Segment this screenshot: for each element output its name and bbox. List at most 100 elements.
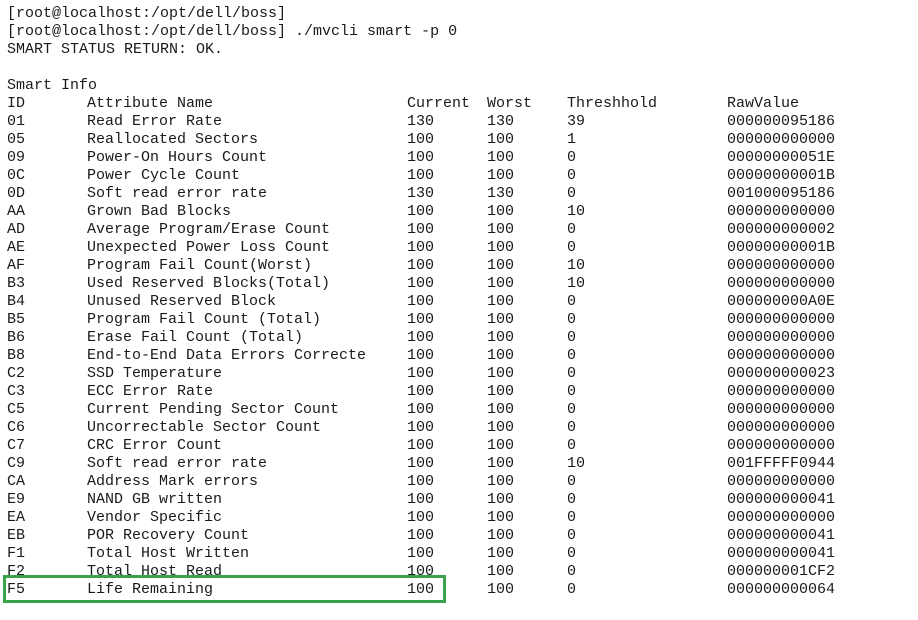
cell-current: 100	[407, 131, 435, 148]
cell-worst: 100	[487, 527, 515, 544]
cell-current: 130	[407, 185, 435, 202]
cell-id: EB	[7, 527, 26, 544]
cell-name: Program Fail Count(Worst)	[87, 257, 313, 274]
table-row: 0C Power Cycle Count 100 100 0 00000000001B	[7, 167, 907, 185]
highlight-box	[3, 575, 446, 603]
cell-id: EA	[7, 509, 26, 526]
cell-id: 01	[7, 113, 26, 130]
cell-threshold: 0	[567, 491, 577, 508]
cell-raw: 001000095186	[727, 185, 836, 202]
cell-threshold: 10	[567, 275, 586, 292]
cell-worst: 100	[487, 545, 515, 562]
cell-name: SSD Temperature	[87, 365, 223, 382]
cell-raw: 000000000000	[727, 311, 836, 328]
table-row: C3 ECC Error Rate 100 100 0 000000000000	[7, 383, 907, 401]
cell-threshold: 0	[567, 311, 577, 328]
cell-worst: 100	[487, 491, 515, 508]
header-current: Current	[407, 95, 471, 112]
header-name: Attribute Name	[87, 95, 214, 112]
table-row: CA Address Mark errors 100 100 0 000000000000	[7, 473, 907, 491]
cell-id: B4	[7, 293, 26, 310]
cell-raw: 000000000000	[727, 275, 836, 292]
table-row: AE Unexpected Power Loss Count 100 100 0 0000…	[7, 239, 907, 257]
cell-current: 100	[407, 275, 435, 292]
cell-worst: 100	[487, 275, 515, 292]
cell-raw: 000000000000	[727, 257, 836, 274]
table-row: B8 End-to-End Data Errors Correcte 100 100 0…	[7, 347, 907, 365]
cell-worst: 100	[487, 239, 515, 256]
cell-name: ECC Error Rate	[87, 383, 214, 400]
cell-worst: 100	[487, 473, 515, 490]
cell-threshold: 0	[567, 293, 577, 310]
terminal-window[interactable]: [root@localhost:/opt/dell/boss] [root@lo…	[0, 0, 918, 620]
cell-threshold: 0	[567, 563, 577, 580]
cell-worst: 100	[487, 131, 515, 148]
cell-worst: 130	[487, 113, 515, 130]
cell-name: NAND GB written	[87, 491, 223, 508]
cell-id: B5	[7, 311, 26, 328]
table-row: C7 CRC Error Count 100 100 0 000000000000	[7, 437, 907, 455]
cell-threshold: 0	[567, 437, 577, 454]
cell-id: 05	[7, 131, 26, 148]
cell-raw: 001FFFFF0944	[727, 455, 836, 472]
section-title: Smart Info	[7, 77, 98, 94]
cell-threshold: 0	[567, 401, 577, 418]
cell-worst: 100	[487, 329, 515, 346]
cell-current: 100	[407, 365, 435, 382]
cell-id: C9	[7, 455, 26, 472]
cell-threshold: 0	[567, 185, 577, 202]
cell-name: Total Host Written	[87, 545, 250, 562]
cell-name: POR Recovery Count	[87, 527, 250, 544]
cell-threshold: 0	[567, 149, 577, 166]
cell-name: End-to-End Data Errors Correcte	[87, 347, 367, 364]
table-row: 05 Reallocated Sectors 100 100 1 000000000000	[7, 131, 907, 149]
cell-current: 100	[407, 203, 435, 220]
cell-threshold: 0	[567, 581, 577, 598]
cell-current: 100	[407, 401, 435, 418]
cell-threshold: 0	[567, 545, 577, 562]
cell-name: Soft read error rate	[87, 185, 268, 202]
cell-id: C3	[7, 383, 26, 400]
header-threshold: Threshhold	[567, 95, 658, 112]
cell-worst: 100	[487, 167, 515, 184]
cell-raw: 000000000041	[727, 527, 836, 544]
cell-worst: 100	[487, 401, 515, 418]
cell-id: C7	[7, 437, 26, 454]
cell-current: 100	[407, 257, 435, 274]
cell-id: AD	[7, 221, 26, 238]
cell-name: Soft read error rate	[87, 455, 268, 472]
table-row: E9 NAND GB written 100 100 0 000000000041	[7, 491, 907, 509]
cell-threshold: 0	[567, 221, 577, 238]
cell-threshold: 0	[567, 419, 577, 436]
cell-current: 100	[407, 149, 435, 166]
cell-id: 09	[7, 149, 26, 166]
cell-raw: 000000000064	[727, 581, 836, 598]
cell-raw: 000000000000	[727, 347, 836, 364]
cell-name: Power-On Hours Count	[87, 149, 268, 166]
cell-name: Average Program/Erase Count	[87, 221, 331, 238]
cell-current: 130	[407, 113, 435, 130]
cell-threshold: 39	[567, 113, 586, 130]
cell-worst: 100	[487, 581, 515, 598]
cell-raw: 000000000000	[727, 203, 836, 220]
cell-worst: 100	[487, 437, 515, 454]
table-row: AF Program Fail Count(Worst) 100 100 10 00000…	[7, 257, 907, 275]
cell-current: 100	[407, 329, 435, 346]
cell-current: 100	[407, 239, 435, 256]
cell-name: Unexpected Power Loss Count	[87, 239, 331, 256]
cell-worst: 100	[487, 455, 515, 472]
table-row: B5 Program Fail Count (Total) 100 100 0 00000…	[7, 311, 907, 329]
cell-current: 100	[407, 437, 435, 454]
table-row: EA Vendor Specific 100 100 0 000000000000	[7, 509, 907, 527]
table-row: AA Grown Bad Blocks 100 100 10 000000000000	[7, 203, 907, 221]
cell-current: 100	[407, 293, 435, 310]
cell-raw: 000000001CF2	[727, 563, 836, 580]
table-row: F1 Total Host Written 100 100 0 000000000041	[7, 545, 907, 563]
cell-raw: 000000000002	[727, 221, 836, 238]
cell-id: AA	[7, 203, 26, 220]
cell-raw: 000000000000	[727, 383, 836, 400]
cell-id: 0C	[7, 167, 26, 184]
cell-raw: 000000000000	[727, 401, 836, 418]
table-row: B3 Used Reserved Blocks(Total) 100 100 10 000…	[7, 275, 907, 293]
cell-current: 100	[407, 311, 435, 328]
